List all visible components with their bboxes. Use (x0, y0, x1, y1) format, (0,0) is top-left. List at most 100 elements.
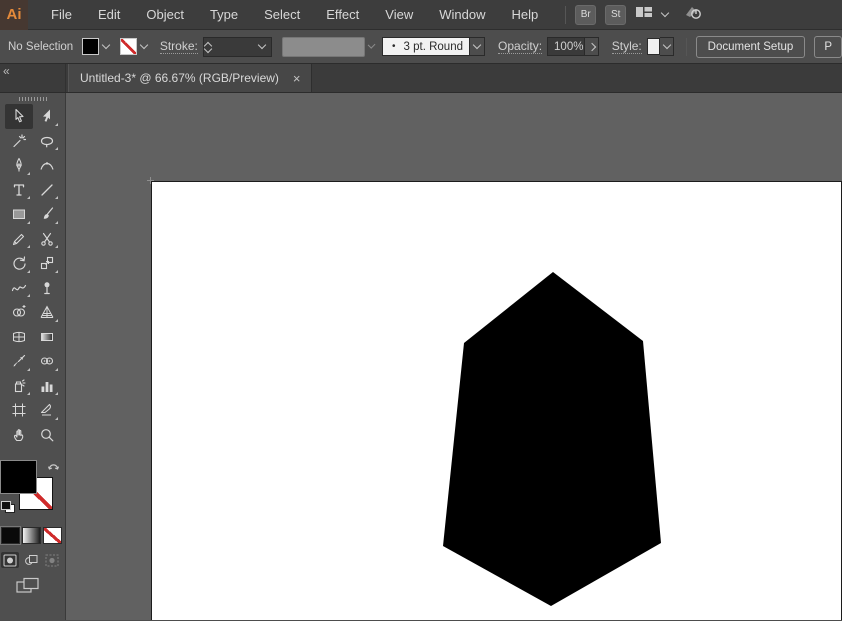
toolbar-header: « (0, 64, 66, 92)
bridge-button[interactable]: Br (575, 4, 597, 25)
workspace-switcher-icon[interactable] (635, 5, 653, 24)
menu-help[interactable]: Help (498, 0, 551, 30)
brush-preview-dot: • (392, 41, 396, 52)
opacity-expand-arrow[interactable] (585, 37, 599, 56)
stepper-icon[interactable] (203, 41, 218, 54)
chevron-down-icon[interactable] (258, 40, 267, 49)
tool-grid (0, 104, 65, 447)
app-logo[interactable]: Ai (0, 0, 28, 30)
tool-type[interactable] (5, 178, 33, 203)
menu-view[interactable]: View (372, 0, 426, 30)
tool-pen[interactable] (5, 153, 33, 178)
tool-selection[interactable] (4, 104, 33, 129)
opacity-field[interactable]: 100% (547, 37, 586, 56)
tool-width[interactable] (5, 276, 33, 301)
none-mode-button[interactable] (43, 527, 62, 544)
tool-column-graph[interactable] (33, 374, 61, 399)
tab-title: Untitled-3* @ 66.67% (RGB/Preview) (80, 71, 279, 85)
draw-normal-button[interactable] (1, 552, 19, 568)
tool-artboard[interactable] (5, 398, 33, 423)
tab-bar: « Untitled-3* @ 66.67% (RGB/Preview) × (0, 64, 842, 93)
menu-edit[interactable]: Edit (85, 0, 133, 30)
close-icon[interactable]: × (293, 72, 301, 85)
tool-slice[interactable] (33, 398, 61, 423)
tool-symbol-sprayer[interactable] (5, 374, 33, 399)
menu-object[interactable]: Object (133, 0, 197, 30)
fill-color-picker[interactable] (81, 38, 111, 55)
fill-indicator[interactable] (0, 460, 37, 494)
gradient-mode-button[interactable] (22, 527, 41, 544)
tool-magic-wand[interactable] (5, 129, 33, 154)
draw-inside-button[interactable] (43, 552, 61, 568)
tool-blend[interactable] (33, 349, 61, 374)
drawn-shape[interactable] (443, 272, 661, 606)
canvas-pasteboard[interactable] (66, 93, 842, 620)
document-tab[interactable]: Untitled-3* @ 66.67% (RGB/Preview) × (68, 64, 312, 92)
tool-scale[interactable] (33, 251, 61, 276)
screen-mode-button[interactable] (16, 577, 42, 600)
chevron-down-icon[interactable] (660, 8, 670, 17)
tool-puppet-warp[interactable] (33, 276, 61, 301)
menu-bar: Ai File Edit Object Type Select Effect V… (0, 0, 842, 30)
stroke-weight-label[interactable]: Stroke: (159, 39, 198, 54)
collapse-panel-icon[interactable]: « (0, 64, 10, 77)
fill-swatch[interactable] (81, 38, 99, 55)
menubar-right-tools: Br St (565, 4, 703, 26)
stock-button[interactable]: St (605, 4, 627, 25)
work-area (0, 93, 842, 620)
chevron-down-icon (367, 40, 376, 49)
chevron-down-icon[interactable] (139, 40, 149, 49)
tool-lasso[interactable] (33, 129, 61, 154)
tool-eyedropper[interactable] (5, 349, 33, 374)
swap-fill-stroke-icon[interactable] (47, 459, 60, 477)
brush-preview[interactable]: • 3 pt. Round (382, 37, 471, 56)
fill-stroke-indicator (0, 457, 65, 521)
tool-mesh[interactable] (5, 325, 33, 350)
chevron-down-icon[interactable] (101, 40, 111, 49)
width-profile-dropdown (282, 36, 365, 57)
tool-shaper[interactable] (5, 227, 33, 252)
draw-behind-button[interactable] (22, 552, 40, 568)
tool-rectangle[interactable] (5, 202, 33, 227)
tool-paintbrush[interactable] (33, 202, 61, 227)
controlbar-separator (685, 37, 687, 56)
style-dropdown-arrow[interactable] (660, 37, 674, 56)
touch-workspace-icon[interactable] (683, 4, 703, 26)
drawing-mode-buttons (0, 552, 65, 568)
menu-items: File Edit Object Type Select Effect View… (38, 0, 551, 30)
menu-effect[interactable]: Effect (313, 0, 372, 30)
style-swatch[interactable] (646, 38, 661, 55)
color-mode-button[interactable] (0, 526, 21, 545)
preferences-button[interactable]: P (814, 35, 842, 58)
brush-dropdown[interactable]: • 3 pt. Round (382, 37, 486, 56)
tool-line-segment[interactable] (33, 178, 61, 203)
artboard[interactable] (147, 177, 842, 620)
tool-perspective-grid[interactable] (33, 300, 61, 325)
opacity-label[interactable]: Opacity: (498, 39, 543, 54)
menu-select[interactable]: Select (251, 0, 313, 30)
brush-dropdown-arrow[interactable] (470, 37, 486, 56)
default-fill-stroke-icon[interactable] (1, 501, 15, 513)
stroke-color-picker[interactable] (119, 38, 149, 55)
control-bar: No Selection Stroke: • 3 pt. Round Opaci… (0, 30, 842, 64)
tool-gradient[interactable] (33, 325, 61, 350)
stroke-none-swatch[interactable] (119, 38, 137, 55)
tool-zoom[interactable] (33, 423, 61, 448)
menu-type[interactable]: Type (197, 0, 251, 30)
tools-panel (0, 93, 66, 620)
menu-file[interactable]: File (38, 0, 85, 30)
document-setup-button[interactable]: Document Setup (695, 35, 806, 58)
menu-window[interactable]: Window (426, 0, 498, 30)
menubar-separator (565, 5, 567, 24)
brush-value: 3 pt. Round (403, 40, 463, 53)
tool-direct-selection[interactable] (33, 104, 61, 129)
stroke-weight-field[interactable] (202, 36, 273, 57)
tool-shape-builder[interactable] (5, 300, 33, 325)
tool-hand[interactable] (5, 423, 33, 448)
panel-drag-handle-icon[interactable] (18, 97, 47, 101)
style-label[interactable]: Style: (611, 39, 642, 54)
tool-rotate[interactable] (5, 251, 33, 276)
tool-curvature[interactable] (33, 153, 61, 178)
tool-scissors[interactable] (33, 227, 61, 252)
illustrator-window: { "app": { "name": "Adobe Illustrator", … (0, 0, 842, 621)
